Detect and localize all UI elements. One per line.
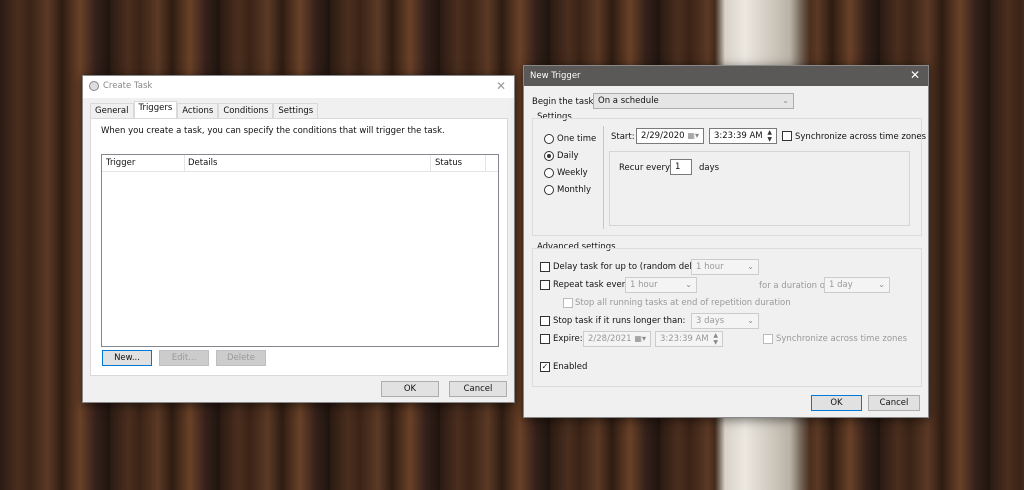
chevron-down-icon: ⌄ xyxy=(747,316,754,325)
stop-all-checkbox[interactable] xyxy=(563,298,573,308)
tab-bar: General Triggers Actions Conditions Sett… xyxy=(90,101,319,119)
begin-select[interactable]: On a schedule ⌄ xyxy=(593,93,794,109)
list-header: Trigger Details Status xyxy=(102,155,498,172)
sync-checkbox[interactable] xyxy=(782,131,792,141)
repeat-checkbox[interactable] xyxy=(540,280,550,290)
chevron-down-icon: ⌄ xyxy=(747,262,754,271)
recur-label: Recur every: xyxy=(619,163,673,173)
tab-settings[interactable]: Settings xyxy=(273,103,319,119)
chevron-down-icon: ⌄ xyxy=(878,280,885,289)
clock-icon xyxy=(89,81,99,91)
window-title: New Trigger xyxy=(530,71,581,81)
enabled-checkbox[interactable]: ✓ xyxy=(540,362,550,372)
new-trigger-dialog: New Trigger ✕ Begin the task: On a sched… xyxy=(523,65,929,418)
tab-panel: When you create a task, you can specify … xyxy=(90,118,508,376)
calendar-icon: ▦▾ xyxy=(687,131,699,140)
start-date-picker[interactable]: 2/29/2020 ▦▾ xyxy=(636,128,704,144)
start-label: Start: xyxy=(611,132,635,142)
delay-checkbox[interactable] xyxy=(540,262,550,272)
tab-triggers[interactable]: Triggers xyxy=(133,101,178,119)
title-bar: New Trigger ✕ xyxy=(524,66,928,86)
tab-conditions[interactable]: Conditions xyxy=(218,103,274,119)
chevron-down-icon: ⌄ xyxy=(685,280,692,289)
calendar-icon: ▦▾ xyxy=(634,334,646,343)
column-status[interactable]: Status xyxy=(435,158,462,168)
ok-button[interactable]: OK xyxy=(381,381,439,397)
column-trigger[interactable]: Trigger xyxy=(106,158,135,168)
tab-actions[interactable]: Actions xyxy=(177,103,219,119)
delay-select[interactable]: 1 hour ⌄ xyxy=(691,259,759,275)
radio-monthly[interactable] xyxy=(544,185,554,195)
edit-button[interactable]: Edit... xyxy=(159,350,209,366)
spinner-icon: ▲ ▼ xyxy=(767,129,772,143)
create-task-dialog: Create Task ✕ General Triggers Actions C… xyxy=(82,75,515,403)
cancel-button[interactable]: Cancel xyxy=(868,395,920,411)
cancel-button[interactable]: Cancel xyxy=(449,381,507,397)
recur-input[interactable]: 1 xyxy=(670,159,692,175)
expire-date-picker[interactable]: 2/28/2021 ▦▾ xyxy=(583,331,651,347)
stop-checkbox[interactable] xyxy=(540,316,550,326)
description: When you create a task, you can specify … xyxy=(101,126,445,136)
column-details[interactable]: Details xyxy=(188,158,217,168)
expire-sync-checkbox[interactable] xyxy=(763,334,773,344)
duration-select[interactable]: 1 day ⌄ xyxy=(824,277,890,293)
new-button[interactable]: New... xyxy=(102,350,152,366)
expire-checkbox[interactable] xyxy=(540,334,550,344)
begin-label: Begin the task: xyxy=(532,97,597,107)
spinner-icon: ▲ ▼ xyxy=(713,332,718,346)
repeat-select[interactable]: 1 hour ⌄ xyxy=(625,277,697,293)
close-icon[interactable]: ✕ xyxy=(496,79,506,93)
radio-daily[interactable] xyxy=(544,151,554,161)
stop-select[interactable]: 3 days ⌄ xyxy=(691,313,759,329)
ok-button[interactable]: OK xyxy=(811,395,862,411)
title-bar: Create Task ✕ xyxy=(83,76,514,98)
radio-weekly[interactable] xyxy=(544,168,554,178)
window-title: Create Task xyxy=(103,81,153,91)
tab-general[interactable]: General xyxy=(90,103,134,119)
expire-time-spinner[interactable]: 3:23:39 AM ▲ ▼ xyxy=(655,331,723,347)
radio-one-time[interactable] xyxy=(544,134,554,144)
trigger-list[interactable]: Trigger Details Status xyxy=(101,154,499,347)
close-icon[interactable]: ✕ xyxy=(910,68,920,82)
start-time-spinner[interactable]: 3:23:39 AM ▲ ▼ xyxy=(709,128,777,144)
chevron-down-icon: ⌄ xyxy=(782,96,789,105)
divider xyxy=(603,126,604,229)
delete-button[interactable]: Delete xyxy=(216,350,266,366)
